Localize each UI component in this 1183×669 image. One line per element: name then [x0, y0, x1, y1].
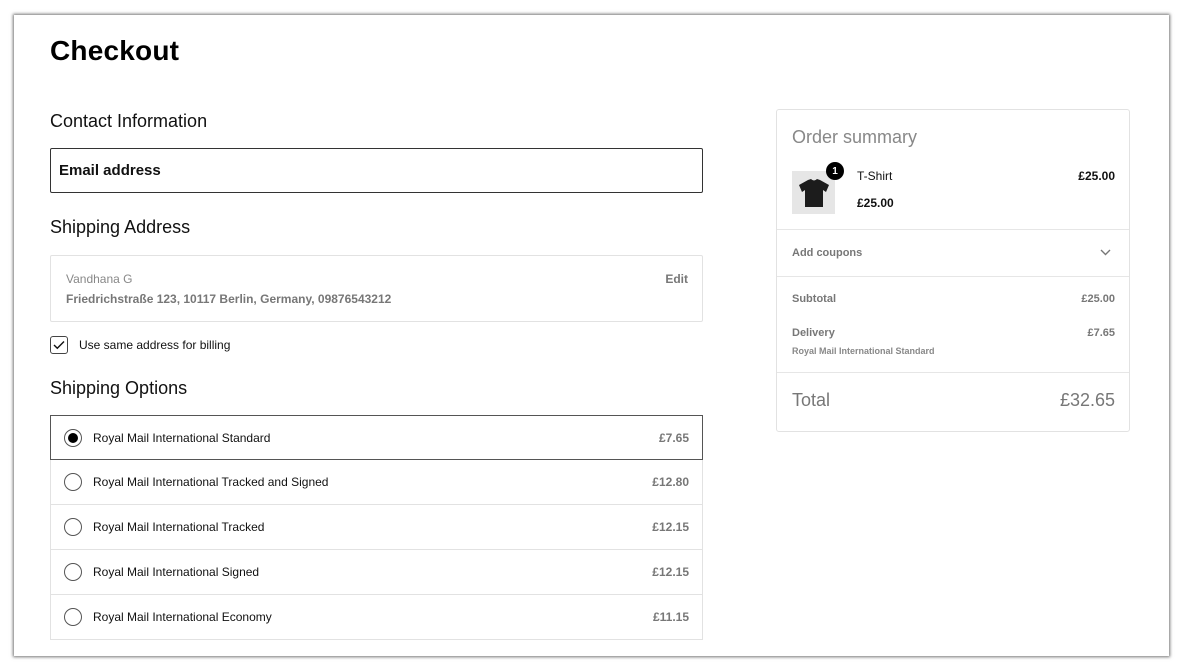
checkout-page: Checkout Contact Information Shipping Ad…: [14, 15, 1169, 656]
shipping-option-label: Royal Mail International Standard: [93, 430, 271, 445]
item-unit-price: £25.00: [857, 196, 894, 210]
total-label: Total: [792, 390, 831, 410]
email-field[interactable]: [50, 148, 703, 193]
shipping-option-price: £11.15: [652, 610, 689, 624]
page-title: Checkout: [50, 35, 180, 66]
tshirt-icon: [798, 178, 829, 207]
add-coupons-label: Add coupons: [792, 247, 863, 259]
edit-address-link[interactable]: Edit: [665, 272, 688, 286]
shipping-option[interactable]: Royal Mail International Signed £12.15: [50, 550, 703, 595]
radio-button[interactable]: [64, 518, 82, 536]
subtotal-value: £25.00: [1081, 293, 1115, 305]
shipping-option-label: Royal Mail International Signed: [93, 565, 260, 579]
quantity-badge: 1: [826, 162, 844, 180]
shipping-options-list: Royal Mail International Standard £7.65 …: [50, 415, 703, 640]
address-name: Vandhana G: [66, 272, 133, 286]
order-summary-panel: Order summary 1 T-Shirt £25.00 £25.00 Ad…: [776, 109, 1130, 432]
chevron-down-icon[interactable]: [1100, 249, 1111, 256]
shipping-options-heading: Shipping Options: [50, 378, 188, 398]
delivery-method: Royal Mail International Standard: [792, 346, 935, 356]
total-value: £32.65: [1059, 390, 1115, 410]
delivery-value: £7.65: [1087, 327, 1115, 339]
order-summary-title: Order summary: [792, 127, 918, 147]
shipping-option-price: £7.65: [658, 430, 689, 445]
delivery-label: Delivery: [792, 327, 835, 339]
radio-button[interactable]: [64, 473, 82, 491]
check-icon: [53, 341, 65, 350]
billing-same-address-row[interactable]: Use same address for billing: [50, 336, 230, 354]
shipping-option-label: Royal Mail International Tracked and Sig…: [93, 475, 329, 489]
billing-label: Use same address for billing: [79, 338, 231, 352]
radio-button[interactable]: [64, 563, 82, 581]
address-line: Friedrichstraße 123, 10117 Berlin, Germa…: [66, 292, 392, 306]
radio-button-selected[interactable]: [64, 428, 82, 447]
shipping-option[interactable]: Royal Mail International Standard £7.65: [50, 415, 703, 460]
item-line-total: £25.00: [1078, 169, 1115, 183]
shipping-address-heading: Shipping Address: [50, 217, 191, 237]
divider: [777, 372, 1129, 373]
shipping-option[interactable]: Royal Mail International Tracked and Sig…: [50, 460, 703, 505]
subtotal-label: Subtotal: [792, 293, 836, 305]
shipping-option-price: £12.15: [652, 520, 689, 534]
item-name: T-Shirt: [857, 169, 893, 183]
divider: [777, 276, 1129, 277]
contact-heading: Contact Information: [50, 111, 208, 131]
shipping-option[interactable]: Royal Mail International Tracked £12.15: [50, 505, 703, 550]
shipping-option-price: £12.15: [652, 565, 689, 579]
shipping-address-card: Vandhana G Friedrichstraße 123, 10117 Be…: [50, 255, 703, 322]
shipping-option[interactable]: Royal Mail International Economy £11.15: [50, 595, 703, 640]
shipping-option-price: £12.80: [652, 475, 689, 489]
radio-button[interactable]: [64, 608, 82, 626]
shipping-option-label: Royal Mail International Economy: [93, 610, 272, 624]
billing-checkbox[interactable]: [50, 336, 68, 354]
shipping-option-label: Royal Mail International Tracked: [93, 520, 265, 534]
add-coupons-toggle[interactable]: Add coupons: [777, 230, 1129, 277]
